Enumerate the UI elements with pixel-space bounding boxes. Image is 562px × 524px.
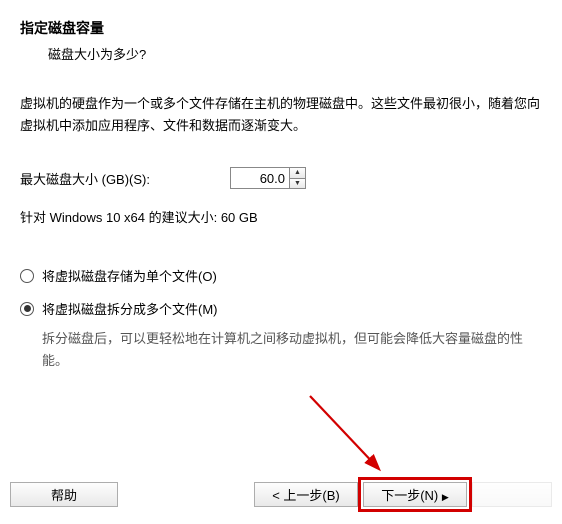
radio-split-files[interactable]: 将虚拟磁盘拆分成多个文件(M) xyxy=(20,299,542,318)
back-button[interactable]: < 上一步(B) xyxy=(254,482,358,507)
page-title: 指定磁盘容量 xyxy=(20,18,542,38)
disk-storage-radio-group: 将虚拟磁盘存储为单个文件(O) 将虚拟磁盘拆分成多个文件(M) 拆分磁盘后，可以… xyxy=(20,266,542,372)
page-subtitle: 磁盘大小为多少? xyxy=(20,44,542,63)
radio-single-file[interactable]: 将虚拟磁盘存储为单个文件(O) xyxy=(20,266,542,285)
radio-icon xyxy=(20,302,34,316)
chevron-right-icon: ▶ xyxy=(442,492,449,502)
radio-icon xyxy=(20,269,34,283)
disk-size-row: 最大磁盘大小 (GB)(S): ▲ ▼ xyxy=(20,167,542,189)
annotation-arrow-icon xyxy=(300,390,420,480)
cancel-button[interactable] xyxy=(472,482,552,507)
spinner-up-button[interactable]: ▲ xyxy=(290,168,305,178)
next-button-highlight: 下一步(N) ▶ xyxy=(358,477,472,512)
radio-single-label: 将虚拟磁盘存储为单个文件(O) xyxy=(42,266,217,285)
content-area: 虚拟机的硬盘作为一个或多个文件存储在主机的物理磁盘中。这些文件最初很小，随着您向… xyxy=(0,73,562,372)
disk-size-input[interactable] xyxy=(231,168,289,188)
radio-split-note: 拆分磁盘后，可以更轻松地在计算机之间移动虚拟机，但可能会降低大容量磁盘的性能。 xyxy=(20,328,542,372)
wizard-footer: 帮助 < 上一步(B) 下一步(N) ▶ xyxy=(10,477,552,512)
disk-size-label: 最大磁盘大小 (GB)(S): xyxy=(20,169,150,188)
recommended-size-text: 针对 Windows 10 x64 的建议大小: 60 GB xyxy=(20,207,542,226)
spinner-down-button[interactable]: ▼ xyxy=(290,178,305,189)
description-text: 虚拟机的硬盘作为一个或多个文件存储在主机的物理磁盘中。这些文件最初很小，随着您向… xyxy=(20,93,542,137)
next-button[interactable]: 下一步(N) ▶ xyxy=(363,482,467,507)
radio-split-label: 将虚拟磁盘拆分成多个文件(M) xyxy=(42,299,218,318)
wizard-header: 指定磁盘容量 磁盘大小为多少? xyxy=(0,0,562,73)
disk-size-spinner[interactable]: ▲ ▼ xyxy=(230,167,306,189)
help-button[interactable]: 帮助 xyxy=(10,482,118,507)
